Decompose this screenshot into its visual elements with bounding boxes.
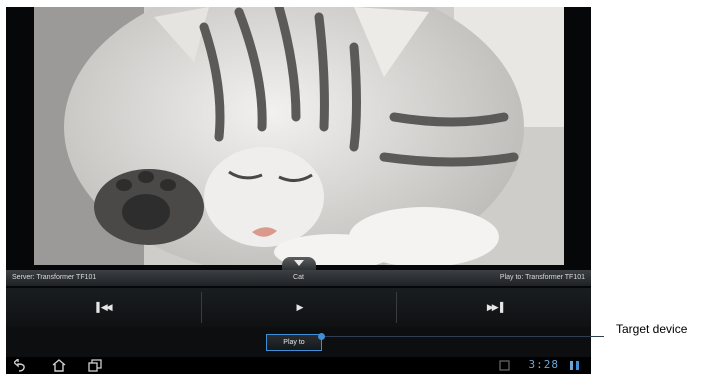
media-info-bar: Server: Transformer TF101 Cat Play to: T… <box>6 270 591 286</box>
callout-line <box>322 336 604 337</box>
callout-label: Target device <box>616 322 688 336</box>
play-icon: ▶ <box>296 302 304 312</box>
recent-apps-icon[interactable] <box>88 359 102 372</box>
play-to-row: Play to <box>6 327 591 357</box>
chevron-down-icon <box>294 260 304 266</box>
home-icon[interactable] <box>52 359 66 372</box>
back-icon[interactable] <box>14 359 28 372</box>
skip-next-icon: ▶▶▐ <box>486 302 503 312</box>
previous-button[interactable]: ▌◀◀ <box>6 288 201 327</box>
next-button[interactable]: ▶▶▐ <box>397 288 591 327</box>
playback-controls: ▌◀◀ ▶ ▶▶▐ <box>6 288 591 327</box>
play-to-button[interactable]: Play to <box>266 334 322 351</box>
callout-marker <box>318 333 325 340</box>
tablet-screen: Server: Transformer TF101 Cat Play to: T… <box>6 7 591 374</box>
play-to-target-label: Play to: Transformer TF101 <box>499 274 585 281</box>
system-bar: 3:28 <box>6 357 591 374</box>
cat-photo <box>34 7 564 265</box>
panel-toggle-handle[interactable] <box>282 257 316 271</box>
screenshot-icon[interactable] <box>498 359 512 372</box>
play-button[interactable]: ▶ <box>202 288 396 327</box>
skip-previous-icon: ▌◀◀ <box>96 302 112 312</box>
clock: 3:28 <box>528 358 559 371</box>
